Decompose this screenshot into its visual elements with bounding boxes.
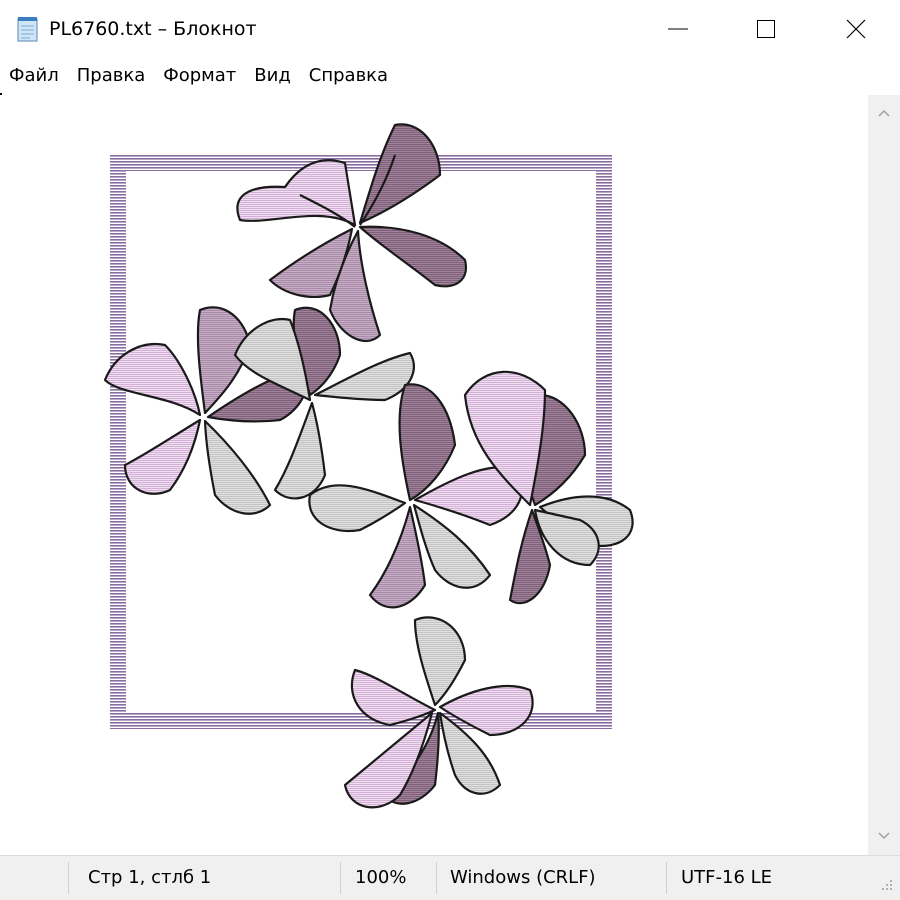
- status-cursor-position: Стр 1, стлб 1: [88, 867, 212, 888]
- chevron-up-icon: [878, 109, 890, 117]
- status-divider: [436, 862, 437, 894]
- flower-ascii-art: [103, 123, 634, 809]
- menu-bar: Файл Правка Формат Вид Справка: [0, 58, 900, 94]
- status-divider: [666, 862, 667, 894]
- maximize-icon: [757, 20, 775, 38]
- maximize-button[interactable]: [720, 0, 812, 58]
- menu-view[interactable]: Вид: [245, 58, 300, 94]
- status-line-ending: Windows (CRLF): [450, 867, 596, 888]
- text-editor[interactable]: [0, 95, 868, 855]
- status-bar: Стр 1, стлб 1 100% Windows (CRLF) UTF-16…: [0, 855, 900, 900]
- vertical-scrollbar[interactable]: [868, 95, 900, 855]
- scroll-up-button[interactable]: [876, 105, 892, 121]
- title-bar: PL6760.txt – Блокнот: [0, 0, 900, 58]
- close-button[interactable]: [810, 0, 900, 58]
- resize-grip[interactable]: [874, 872, 896, 894]
- window-title: PL6760.txt – Блокнот: [49, 18, 257, 40]
- status-divider: [68, 862, 69, 894]
- resize-grip-icon: [882, 880, 892, 890]
- status-divider: [340, 862, 341, 894]
- close-icon: [846, 19, 866, 39]
- status-zoom: 100%: [355, 867, 407, 888]
- menu-file[interactable]: Файл: [0, 58, 68, 94]
- status-encoding: UTF-16 LE: [681, 867, 773, 888]
- menu-help[interactable]: Справка: [300, 58, 397, 94]
- chevron-down-icon: [878, 832, 890, 840]
- menu-edit[interactable]: Правка: [68, 58, 155, 94]
- menu-format[interactable]: Формат: [154, 58, 245, 94]
- minimize-icon: [668, 28, 688, 30]
- flower-bottom: [343, 616, 534, 809]
- minimize-button[interactable]: [632, 0, 724, 58]
- notepad-icon[interactable]: [16, 16, 40, 42]
- scroll-down-button[interactable]: [876, 828, 892, 844]
